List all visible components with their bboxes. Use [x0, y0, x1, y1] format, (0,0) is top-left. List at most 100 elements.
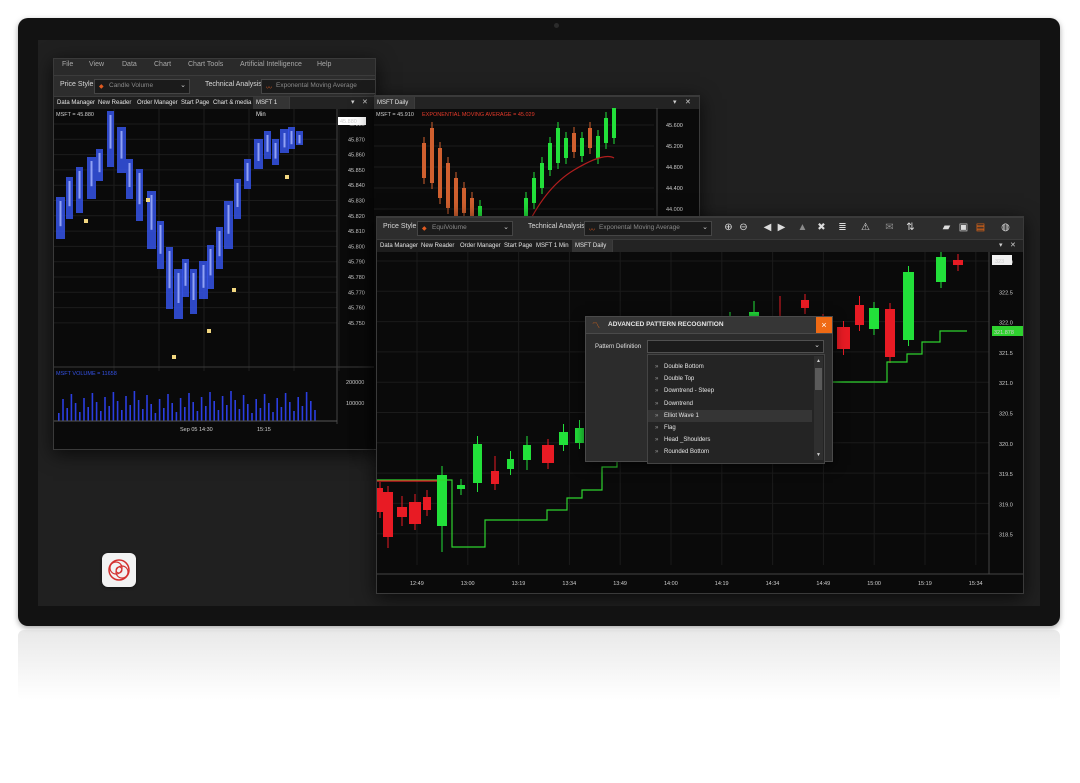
- close-icon[interactable]: ✕: [362, 97, 368, 109]
- vol-tick-label: 100000: [346, 401, 364, 407]
- y-tick-label: 45.750: [348, 321, 365, 327]
- candle: [507, 459, 514, 469]
- candle-highlight: [236, 183, 239, 207]
- pattern-list-item[interactable]: » Head _Shoulders: [648, 434, 812, 446]
- folder-icon[interactable]: ▰: [940, 221, 953, 234]
- price-style-select[interactable]: ◆ EquiVolume ⌄: [417, 221, 513, 236]
- pattern-name: Double Top: [664, 376, 695, 383]
- candle: [409, 502, 421, 524]
- technical-analysis-value: Exponental Moving Average: [599, 224, 680, 231]
- menu-file[interactable]: File: [62, 61, 73, 68]
- tab-bar: Data Manager New Reader Order Manager St…: [54, 96, 375, 118]
- technical-analysis-select[interactable]: 〰 Exponental Moving Average ⌄: [584, 221, 712, 236]
- tab-msft-daily[interactable]: MSFT Daily: [572, 240, 613, 252]
- tab-data-manager[interactable]: Data Manager: [54, 97, 100, 109]
- pattern-list-item[interactable]: » Flag: [648, 422, 812, 434]
- pattern-list-item[interactable]: » Double Top: [648, 373, 812, 385]
- candle-highlight: [246, 163, 249, 181]
- candle: [397, 507, 407, 517]
- triangle-up-icon[interactable]: ▲: [796, 221, 809, 234]
- y-tick-label: 45.820: [348, 214, 365, 220]
- tab-chart-media[interactable]: Chart & media: [210, 97, 256, 109]
- tab-menu-icon[interactable]: ▾: [999, 240, 1003, 252]
- y-tick-label: 320.0: [999, 442, 1013, 448]
- chat-icon[interactable]: ✉: [883, 221, 896, 234]
- x-tick-label: 15:19: [918, 581, 932, 587]
- marker: [146, 198, 150, 202]
- price-style-label: Price Style: [383, 223, 417, 230]
- price-style-value: Candle Volume: [109, 82, 154, 89]
- menu-chart-tools[interactable]: Chart Tools: [188, 61, 223, 68]
- magnifier-minus-icon[interactable]: ⊖: [737, 221, 750, 234]
- candle-highlight: [257, 143, 260, 161]
- candle: [491, 471, 499, 484]
- pattern-list-item[interactable]: » Downtrend: [648, 398, 812, 410]
- pattern-recognition-dialog: 〽 ADVANCED PATTERN RECOGNITION × Pattern…: [585, 316, 833, 464]
- pattern-list-item[interactable]: » Downtrend - Steep: [648, 385, 812, 397]
- volume-bar: [272, 412, 274, 421]
- menu-data[interactable]: Data: [122, 61, 137, 68]
- volume-bar: [91, 393, 94, 421]
- trend-line-icon: 〰: [589, 228, 596, 234]
- globe-icon[interactable]: ◍: [999, 221, 1012, 234]
- volume-bar: [301, 406, 304, 421]
- tab-start-page[interactable]: Start Page: [178, 97, 214, 109]
- tab-msft-1min[interactable]: MSFT 1 Min: [533, 240, 573, 252]
- candle-highlight: [298, 135, 301, 144]
- volume-bar: [188, 393, 190, 421]
- close-icon[interactable]: ✕: [1010, 240, 1016, 252]
- tab-order-manager[interactable]: Order Manager: [134, 97, 182, 109]
- tab-data-manager[interactable]: Data Manager: [377, 240, 423, 252]
- scroll-thumb[interactable]: [815, 368, 822, 390]
- x-tick-label: 13:00: [461, 581, 475, 587]
- pattern-list-scrollbar[interactable]: ▲ ▼: [814, 356, 823, 460]
- scroll-down-icon[interactable]: ▼: [814, 450, 823, 460]
- arrow-left-circle-icon[interactable]: ◀: [761, 221, 774, 234]
- pattern-list-item[interactable]: » Elliot Wave 1: [648, 409, 812, 422]
- volume-bar: [133, 391, 136, 421]
- tab-new-reader[interactable]: New Reader: [418, 240, 459, 252]
- cross-icon[interactable]: ✖: [815, 221, 828, 234]
- candle: [377, 488, 383, 512]
- save-icon[interactable]: ▣: [957, 221, 970, 234]
- x-tick-label: 14:00: [664, 581, 678, 587]
- pattern-definition-select[interactable]: ⌄: [647, 340, 824, 353]
- dialog-title: ADVANCED PATTERN RECOGNITION: [608, 321, 724, 328]
- arrow-right-circle-icon[interactable]: ▶: [775, 221, 788, 234]
- candle-highlight: [274, 143, 277, 159]
- dialog-close-button[interactable]: ×: [816, 317, 832, 333]
- pattern-logo-icon: 〽: [592, 321, 600, 330]
- print-icon[interactable]: ▤: [974, 221, 987, 234]
- technical-analysis-select[interactable]: 〰 Exponental Moving Average ⌄: [261, 79, 375, 94]
- menu-chart[interactable]: Chart: [154, 61, 171, 68]
- app-logo: [102, 553, 136, 587]
- volume-bar: [289, 402, 291, 421]
- menu-view[interactable]: View: [89, 61, 104, 68]
- tab-menu-icon[interactable]: ▾: [351, 97, 355, 109]
- candle: [437, 475, 447, 526]
- y-tick-label: 45.860: [348, 153, 365, 159]
- pattern-name: Rounded Bottom: [664, 449, 710, 456]
- tab-msft-1min[interactable]: MSFT 1 Min: [253, 97, 290, 118]
- sliders-icon[interactable]: ≣: [836, 221, 849, 234]
- candle: [869, 308, 879, 329]
- pattern-name: Elliot Wave 1: [664, 412, 699, 419]
- chevron-down-icon: ⌄: [180, 82, 186, 89]
- menu-ai[interactable]: Artificial Intelligence: [240, 61, 302, 68]
- menu-help[interactable]: Help: [317, 61, 331, 68]
- alarm-icon[interactable]: ⚠: [859, 221, 872, 234]
- sort-icon[interactable]: ⇅: [904, 221, 917, 234]
- pattern-list-item[interactable]: » Rounded Bottom: [648, 446, 812, 458]
- tab-new-reader[interactable]: New Reader: [95, 97, 136, 109]
- price-style-select[interactable]: ◆ Candle Volume ⌄: [94, 79, 190, 94]
- tab-start-page[interactable]: Start Page: [501, 240, 537, 252]
- tab-order-manager[interactable]: Order Manager: [457, 240, 505, 252]
- marker: [172, 355, 176, 359]
- toolbar: Price Style ◆ EquiVolume ⌄ Technical Ana…: [377, 217, 1023, 240]
- chart-msft-1min[interactable]: MSFT = 45.880 45.880 45.870 45.860 45.850 45.…: [54, 109, 375, 449]
- pattern-list-item[interactable]: » Double Bottom: [648, 361, 812, 373]
- scroll-up-icon[interactable]: ▲: [814, 356, 823, 366]
- y-tick-label: 45.870: [348, 137, 365, 143]
- magnifier-plus-icon[interactable]: ⊕: [722, 221, 735, 234]
- price-badge-label: 323: [995, 259, 1004, 265]
